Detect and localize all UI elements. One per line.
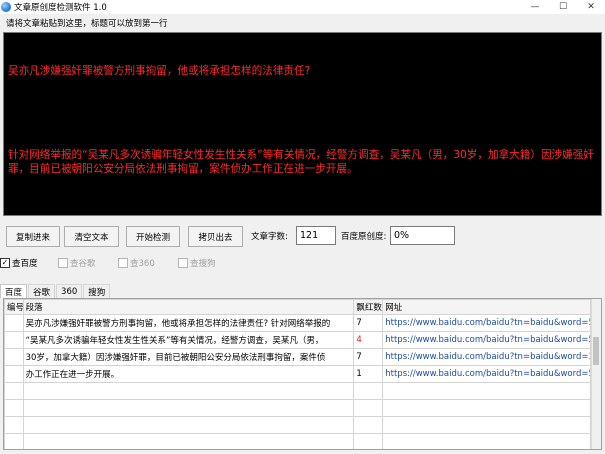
app-window: 文章原创度检测软件 1.0 — ☐ ✕ 请将文章粘贴到这里，标题可以放到第一行 …	[0, 0, 605, 454]
close-button[interactable]: ✕	[577, 0, 605, 14]
table-row[interactable]: “吴某凡多次诱骗年轻女性发生性关系”等有关情况，经警方调查，吴某凡（男， 4 h…	[4, 331, 591, 349]
start-check-button[interactable]: 开始检测	[126, 226, 180, 247]
table-row[interactable]: 吴亦凡涉嫌强奸罪被警方刑事拘留，他或将承担怎样的法律责任? 针对网络举报的 7 …	[4, 314, 591, 332]
cell-paragraph: “吴某凡多次诱骗年轻女性发生性关系”等有关情况，经警方调查，吴某凡（男，	[22, 331, 355, 349]
minimize-button[interactable]: —	[521, 0, 549, 14]
engine-label: 查谷歌	[70, 259, 96, 269]
engine-360-checkbox[interactable]: 查360	[118, 257, 155, 269]
column-header-url[interactable]: 网址	[382, 299, 591, 315]
cell-paragraph: 30岁，加拿大籍）因涉嫌强奸罪，目前已被朝阳公安分局依法刑事拘留，案件侦	[22, 348, 355, 366]
column-header-no[interactable]: 编号	[4, 299, 24, 315]
column-header-paragraph[interactable]: 段落	[22, 299, 355, 315]
engine-google-checkbox[interactable]: 查谷歌	[58, 257, 96, 269]
cell-no	[4, 314, 24, 332]
cell-paragraph: 办工作正在进一步开展。	[22, 365, 355, 383]
engine-label: 查360	[130, 259, 155, 269]
maximize-button[interactable]: ☐	[549, 0, 577, 14]
clear-text-button[interactable]: 清空文本	[64, 226, 119, 247]
tab-baidu[interactable]: 百度	[0, 284, 28, 298]
checkmark-icon: ✓	[0, 258, 10, 268]
engine-label: 查百度	[12, 259, 38, 269]
empty-row	[4, 416, 591, 434]
title-bar: 文章原创度检测软件 1.0 — ☐ ✕	[0, 0, 605, 14]
table-row[interactable]: 办工作正在进一步开展。 1 https://www.baidu.com/baid…	[4, 365, 591, 383]
tab-sogou[interactable]: 搜狗	[83, 284, 111, 298]
cell-hits: 1	[353, 365, 384, 383]
cell-no	[4, 331, 24, 349]
results-grid[interactable]: 编号 段落 飘红数 网址 吴亦凡涉嫌强奸罪被警方刑事拘留，他或将承担怎样的法律责…	[3, 298, 602, 450]
table-row[interactable]: 30岁，加拿大籍）因涉嫌强奸罪，目前已被朝阳公安分局依法刑事拘留，案件侦 7 h…	[4, 348, 591, 366]
copy-out-button[interactable]: 拷贝出去	[188, 226, 243, 247]
cell-paragraph: 吴亦凡涉嫌强奸罪被警方刑事拘留，他或将承担怎样的法律责任? 针对网络举报的	[22, 314, 355, 332]
cell-url[interactable]: https://www.baidu.com/baidu?tn=baidu&wor…	[382, 348, 591, 366]
checkbox-empty-icon	[178, 258, 188, 268]
engine-label: 查搜狗	[190, 259, 216, 269]
article-body-paragraph: 针对网络举报的“吴某凡多次诱骗年轻女性发生性关系”等有关情况，经警方调查，吴某凡…	[8, 149, 594, 175]
copy-in-button[interactable]: 复制进来	[6, 226, 60, 247]
column-header-hits[interactable]: 飘红数	[353, 299, 384, 315]
grid-vertical-scrollbar[interactable]	[591, 299, 601, 449]
app-globe-icon	[1, 2, 11, 12]
char-count-label: 文章字数:	[251, 232, 288, 242]
cell-no	[4, 365, 24, 383]
engine-sogou-checkbox[interactable]: 查搜狗	[178, 257, 216, 269]
results-table: 编号 段落 飘红数 网址 吴亦凡涉嫌强奸罪被警方刑事拘留，他或将承担怎样的法律责…	[4, 299, 591, 449]
engine-baidu-checkbox[interactable]: ✓ 查百度	[0, 257, 38, 269]
cell-url[interactable]: https://www.baidu.com/baidu?tn=baidu&wor…	[382, 331, 591, 349]
cell-no	[4, 348, 24, 366]
cell-url[interactable]: https://www.baidu.com/baidu?tn=baidu&wor…	[382, 365, 591, 383]
originality-field[interactable]: 0%	[390, 226, 455, 245]
cell-url[interactable]: https://www.baidu.com/baidu?tn=baidu&wor…	[382, 314, 591, 332]
checkbox-empty-icon	[118, 258, 128, 268]
window-title: 文章原创度检测软件 1.0	[14, 3, 107, 13]
checkbox-empty-icon	[58, 258, 68, 268]
cell-hits: 4	[353, 331, 384, 349]
cell-hits: 7	[353, 348, 384, 366]
article-textarea[interactable]: 吴亦凡涉嫌强奸罪被警方刑事拘留，他或将承担怎样的法律责任? 针对网络举报的“吴某…	[3, 32, 602, 216]
engine-tabs: 百度 谷歌 360 搜狗	[0, 284, 111, 298]
cell-hits: 7	[353, 314, 384, 332]
empty-row	[4, 433, 591, 449]
empty-row	[4, 382, 591, 400]
char-count-field[interactable]: 121	[296, 226, 336, 245]
scrollbar-thumb[interactable]	[593, 337, 599, 365]
window-controls: — ☐ ✕	[521, 0, 605, 14]
originality-label: 百度原创度:	[341, 232, 387, 242]
tab-360[interactable]: 360	[56, 284, 83, 298]
paste-hint: 请将文章粘贴到这里，标题可以放到第一行	[6, 19, 168, 29]
empty-row	[4, 399, 591, 417]
article-title-line: 吴亦凡涉嫌强奸罪被警方刑事拘留，他或将承担怎样的法律责任?	[8, 65, 311, 77]
table-header-row: 编号 段落 飘红数 网址	[4, 299, 591, 315]
tab-google[interactable]: 谷歌	[28, 284, 56, 298]
